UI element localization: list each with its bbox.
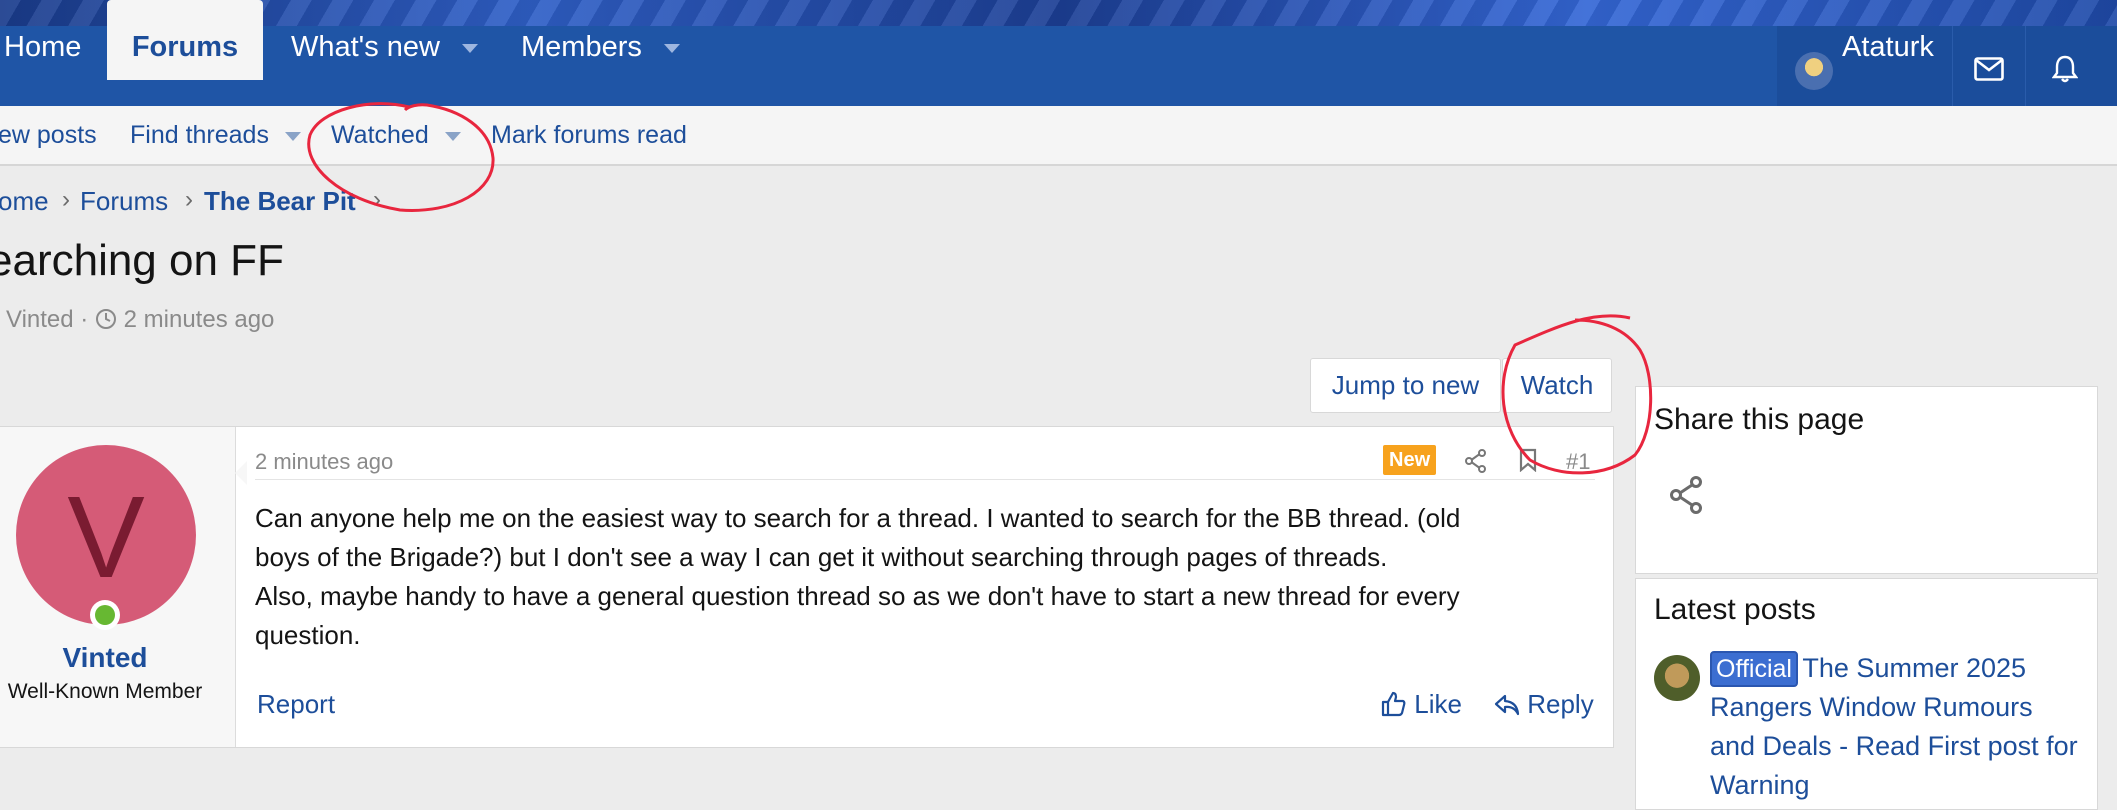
thread-time: 2 minutes ago bbox=[123, 306, 275, 333]
chevron-down-icon[interactable] bbox=[663, 43, 680, 53]
thread-meta: Vinted · 2 minutes ago bbox=[6, 306, 274, 334]
alerts-button[interactable] bbox=[2025, 26, 2117, 106]
breadcrumb-home[interactable]: ome bbox=[0, 186, 49, 217]
reply-label: Reply bbox=[1527, 689, 1594, 719]
inbox-button[interactable] bbox=[1952, 26, 2025, 106]
post-username[interactable]: Vinted bbox=[0, 642, 211, 674]
avatar bbox=[1795, 52, 1833, 90]
nav-members-label: Members bbox=[521, 31, 642, 63]
chevron-down-icon[interactable] bbox=[444, 131, 461, 141]
page-title: earching on FF bbox=[0, 236, 284, 285]
envelope-icon bbox=[1974, 57, 2004, 81]
chevron-down-icon[interactable] bbox=[461, 43, 478, 53]
subnav-new-posts[interactable]: ew posts bbox=[0, 106, 97, 164]
like-button[interactable]: Like bbox=[1381, 689, 1462, 720]
bell-icon bbox=[2052, 55, 2078, 83]
avatar[interactable]: V bbox=[16, 445, 196, 625]
breadcrumb-separator: › bbox=[373, 186, 381, 213]
report-link[interactable]: Report bbox=[257, 689, 335, 720]
nav-members[interactable]: Members bbox=[521, 0, 680, 80]
post-number[interactable]: #1 bbox=[1566, 449, 1590, 475]
clock-icon bbox=[95, 309, 116, 329]
post-body-line: boys of the Brigade?) but I don't see a … bbox=[255, 542, 1388, 572]
nav-whats-new-label: What's new bbox=[291, 31, 440, 63]
user-title: Well-Known Member bbox=[7, 680, 203, 703]
post-date[interactable]: 2 minutes ago bbox=[255, 449, 393, 475]
official-tag: Official bbox=[1710, 651, 1798, 687]
post-body-line: question. bbox=[255, 620, 361, 650]
breadcrumb-forums[interactable]: Forums bbox=[80, 186, 168, 217]
watch-button[interactable]: Watch bbox=[1502, 358, 1612, 413]
post-body-line: Can anyone help me on the easiest way to… bbox=[255, 503, 1461, 533]
latest-post-item: Official The Summer 2025 Rangers Window … bbox=[1710, 649, 2082, 805]
subnav-watched-label: Watched bbox=[331, 121, 429, 149]
thread-author[interactable]: Vinted bbox=[6, 306, 74, 333]
avatar[interactable] bbox=[1654, 655, 1700, 701]
latest-posts-title: Latest posts bbox=[1654, 593, 1816, 626]
latest-posts-block: Latest posts Official The Summer 2025 Ra… bbox=[1635, 578, 2098, 810]
sub-navigation bbox=[0, 106, 2117, 166]
share-block: Share this page bbox=[1635, 386, 2098, 574]
share-title: Share this page bbox=[1654, 403, 1865, 436]
nav-home[interactable]: Home bbox=[4, 0, 81, 80]
breadcrumb-the-bear-pit[interactable]: The Bear Pit bbox=[204, 186, 356, 217]
subnav-mark-forums-read[interactable]: Mark forums read bbox=[491, 106, 687, 164]
breadcrumb-separator: › bbox=[185, 186, 193, 213]
reply-button[interactable]: Reply bbox=[1494, 689, 1594, 720]
new-badge: New bbox=[1383, 445, 1437, 475]
chevron-down-icon[interactable] bbox=[284, 131, 301, 141]
subnav-find-threads[interactable]: Find threads bbox=[130, 106, 301, 164]
share-icon[interactable] bbox=[1670, 476, 1704, 514]
post-body: Can anyone help me on the easiest way to… bbox=[255, 499, 1595, 655]
nav-whats-new[interactable]: What's new bbox=[291, 0, 478, 80]
nav-forums[interactable]: Forums bbox=[107, 0, 263, 80]
online-status-icon bbox=[90, 600, 120, 630]
post-body-line: Also, maybe handy to have a general ques… bbox=[255, 581, 1460, 611]
share-icon[interactable] bbox=[1465, 449, 1487, 473]
user-menu-name[interactable]: Ataturk bbox=[1842, 0, 1934, 80]
reply-icon bbox=[1494, 694, 1520, 716]
breadcrumb-separator: › bbox=[62, 186, 70, 213]
subnav-find-threads-label: Find threads bbox=[130, 121, 269, 149]
subnav-watched[interactable]: Watched bbox=[331, 106, 461, 164]
jump-to-new-button[interactable]: Jump to new bbox=[1310, 358, 1501, 413]
thumbs-up-icon bbox=[1381, 691, 1406, 717]
post-divider bbox=[255, 479, 1595, 480]
like-label: Like bbox=[1414, 689, 1462, 719]
bookmark-icon[interactable] bbox=[1519, 448, 1537, 472]
post-user-panel: V Vinted Well-Known Member bbox=[0, 427, 247, 747]
post-message: V Vinted Well-Known Member 2 minutes ago… bbox=[0, 426, 1614, 748]
meta-separator: · bbox=[80, 306, 89, 333]
